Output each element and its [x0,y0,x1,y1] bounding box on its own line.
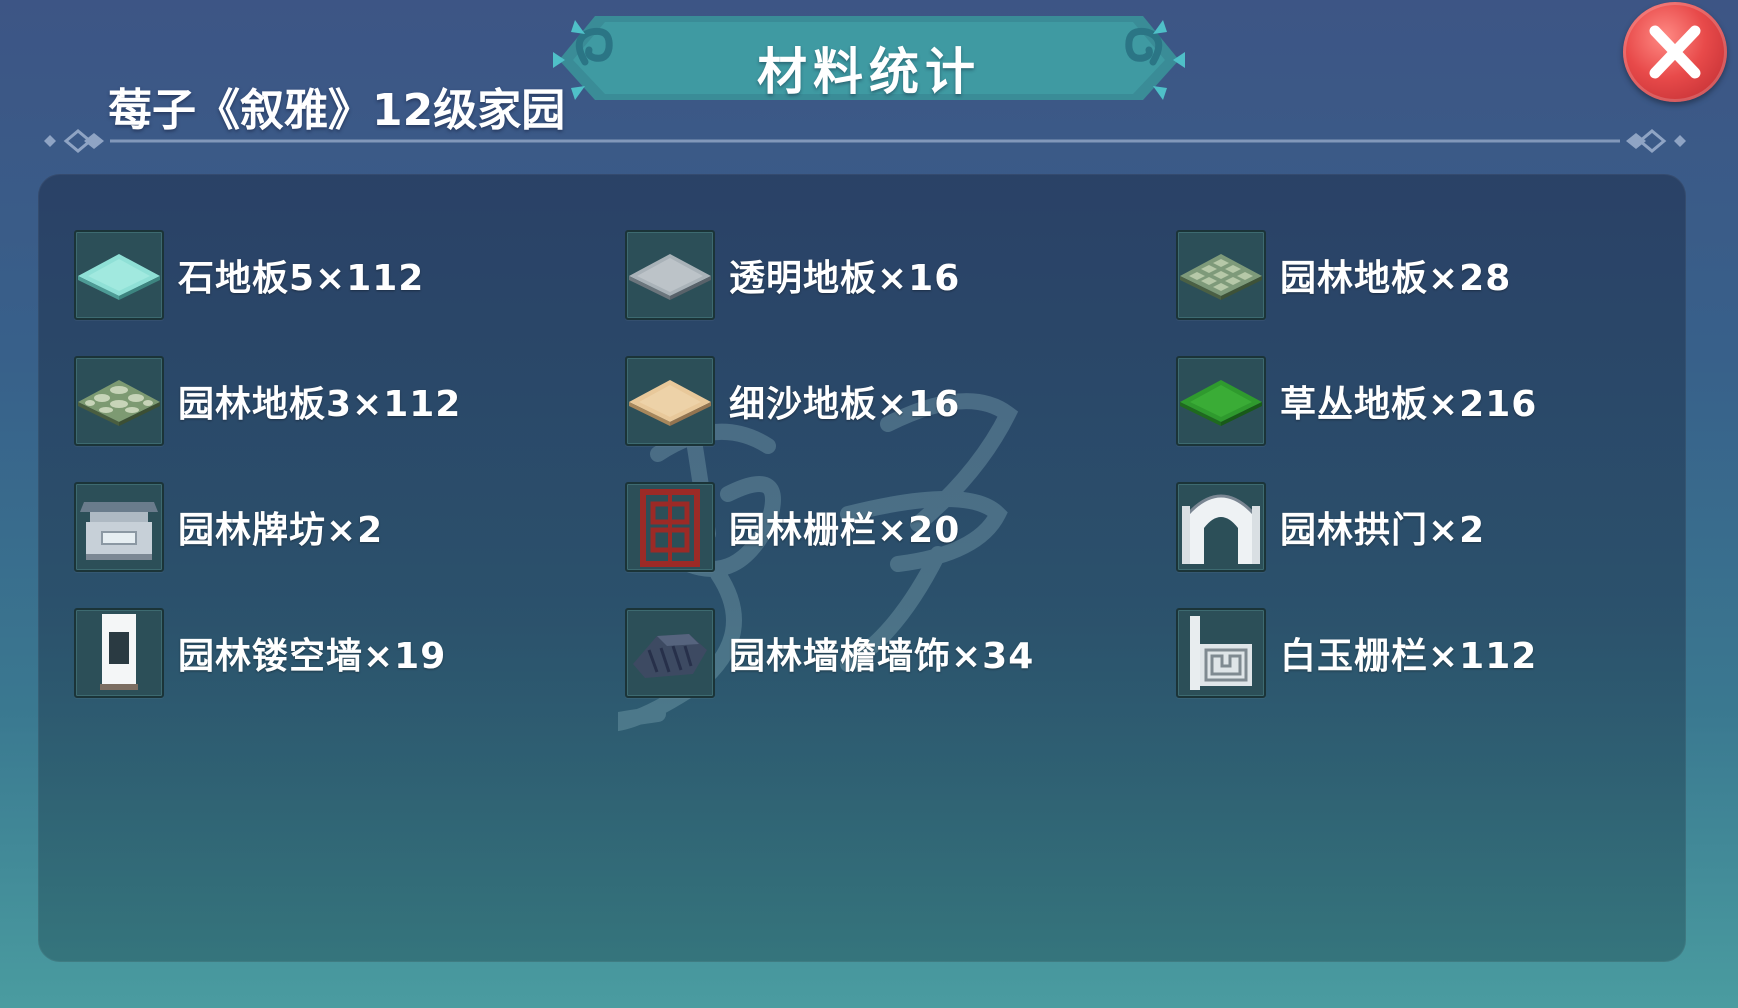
material-item[interactable]: 草丛地板×216 [1176,356,1727,446]
material-item[interactable]: 细沙地板×16 [625,356,1176,446]
material-item[interactable]: 园林镂空墙×19 [74,608,625,698]
garden-pebble-floor-icon [74,356,164,446]
material-item[interactable]: 园林地板3×112 [74,356,625,446]
material-label: 园林镂空墙×19 [178,636,447,677]
close-button[interactable] [1623,2,1727,102]
material-item[interactable]: 园林地板×28 [1176,230,1727,320]
header-divider [44,129,1686,153]
material-label: 细沙地板×16 [729,384,961,425]
material-item[interactable]: 园林墙檐墙饰×34 [625,608,1176,698]
garden-lattice-wall-icon [74,608,164,698]
stone-floor-icon [74,230,164,320]
material-label: 园林墙檐墙饰×34 [729,636,1035,677]
sand-floor-icon [625,356,715,446]
page-title: 材料统计 [757,43,981,101]
material-label: 透明地板×16 [729,258,961,299]
material-item[interactable]: 石地板5×112 [74,230,625,320]
material-label: 园林拱门×2 [1280,510,1486,551]
material-label: 石地板5×112 [178,258,425,299]
material-item[interactable]: 白玉栅栏×112 [1176,608,1727,698]
title-banner: 材料统计 [545,12,1193,110]
material-label: 园林地板3×112 [178,384,462,425]
material-label: 白玉栅栏×112 [1280,636,1538,677]
material-label: 园林栅栏×20 [729,510,961,551]
white-jade-fence-icon [1176,608,1266,698]
materials-panel: 石地板5×112 透明地板×16 园林地板×28 园林地板3×112 细沙地板×… [38,174,1686,962]
close-icon [1649,25,1701,79]
material-item[interactable]: 园林牌坊×2 [74,482,625,572]
garden-fence-icon [625,482,715,572]
material-item[interactable]: 园林拱门×2 [1176,482,1727,572]
garden-arch-door-icon [1176,482,1266,572]
garden-floor-icon [1176,230,1266,320]
materials-grid: 石地板5×112 透明地板×16 园林地板×28 园林地板3×112 细沙地板×… [74,230,1727,734]
grass-floor-icon [1176,356,1266,446]
material-label: 园林牌坊×2 [178,510,384,551]
material-label: 园林地板×28 [1280,258,1512,299]
material-item[interactable]: 透明地板×16 [625,230,1176,320]
transparent-floor-icon [625,230,715,320]
material-label: 草丛地板×216 [1280,384,1538,425]
wall-eave-icon [625,608,715,698]
garden-archway-icon [74,482,164,572]
material-item[interactable]: 园林栅栏×20 [625,482,1176,572]
